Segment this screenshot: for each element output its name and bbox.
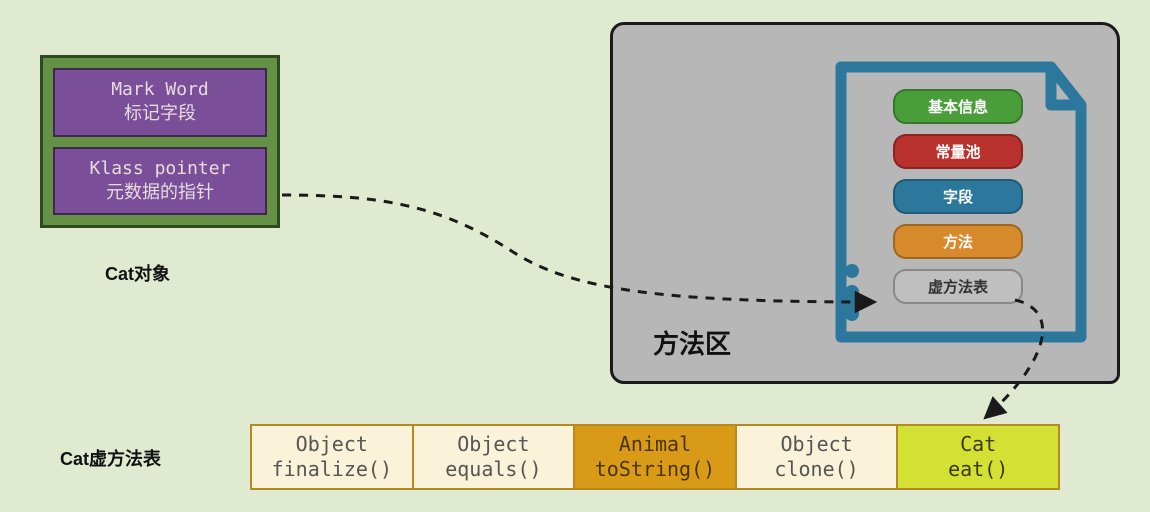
pill-vtable: 虚方法表: [893, 269, 1023, 304]
vtable-cell: Object clone(): [735, 426, 897, 488]
vtable-method: clone(): [739, 457, 895, 482]
vtable-method: finalize(): [254, 457, 410, 482]
vtable-method: equals(): [416, 457, 572, 482]
vtable-row: Object finalize() Object equals() Animal…: [250, 424, 1060, 490]
class-file-frame: 基本信息 常量池 字段 方法 虚方法表: [823, 59, 1093, 349]
method-area-label: 方法区: [653, 324, 731, 361]
klass-ptr-en: Klass pointer: [90, 158, 231, 179]
vtable-method: toString(): [577, 457, 733, 482]
vtable-cls: Cat: [900, 432, 1056, 457]
vtable-cls: Animal: [577, 432, 733, 457]
vtable-cell: Object finalize(): [252, 426, 412, 488]
mark-word-field: Mark Word 标记字段: [53, 68, 267, 137]
vtable-label: Cat虚方法表: [60, 445, 161, 471]
klass-ptr-cn: 元数据的指针: [106, 182, 214, 203]
pill-const: 常量池: [893, 134, 1023, 169]
vtable-cls: Object: [254, 432, 410, 457]
klass-pointer-field: Klass pointer 元数据的指针: [53, 147, 267, 216]
pill-field: 字段: [893, 179, 1023, 214]
pill-method: 方法: [893, 224, 1023, 259]
vtable-cls: Object: [416, 432, 572, 457]
cat-object-box: Mark Word 标记字段 Klass pointer 元数据的指针: [40, 55, 280, 228]
pill-basic: 基本信息: [893, 89, 1023, 124]
info-icon: [837, 263, 867, 323]
mark-word-en: Mark Word: [111, 79, 209, 100]
method-area-box: 方法区 基本信息 常量池 字段 方法 虚方法表: [610, 22, 1120, 384]
cat-object-label: Cat对象: [105, 260, 170, 286]
vtable-cls: Object: [739, 432, 895, 457]
vtable-method: eat(): [900, 457, 1056, 482]
vtable-cell: Object equals(): [412, 426, 574, 488]
mark-word-cn: 标记字段: [124, 103, 196, 124]
class-pills: 基本信息 常量池 字段 方法 虚方法表: [893, 89, 1023, 304]
vtable-cell: Cat eat(): [896, 426, 1058, 488]
vtable-cell: Animal toString(): [573, 426, 735, 488]
